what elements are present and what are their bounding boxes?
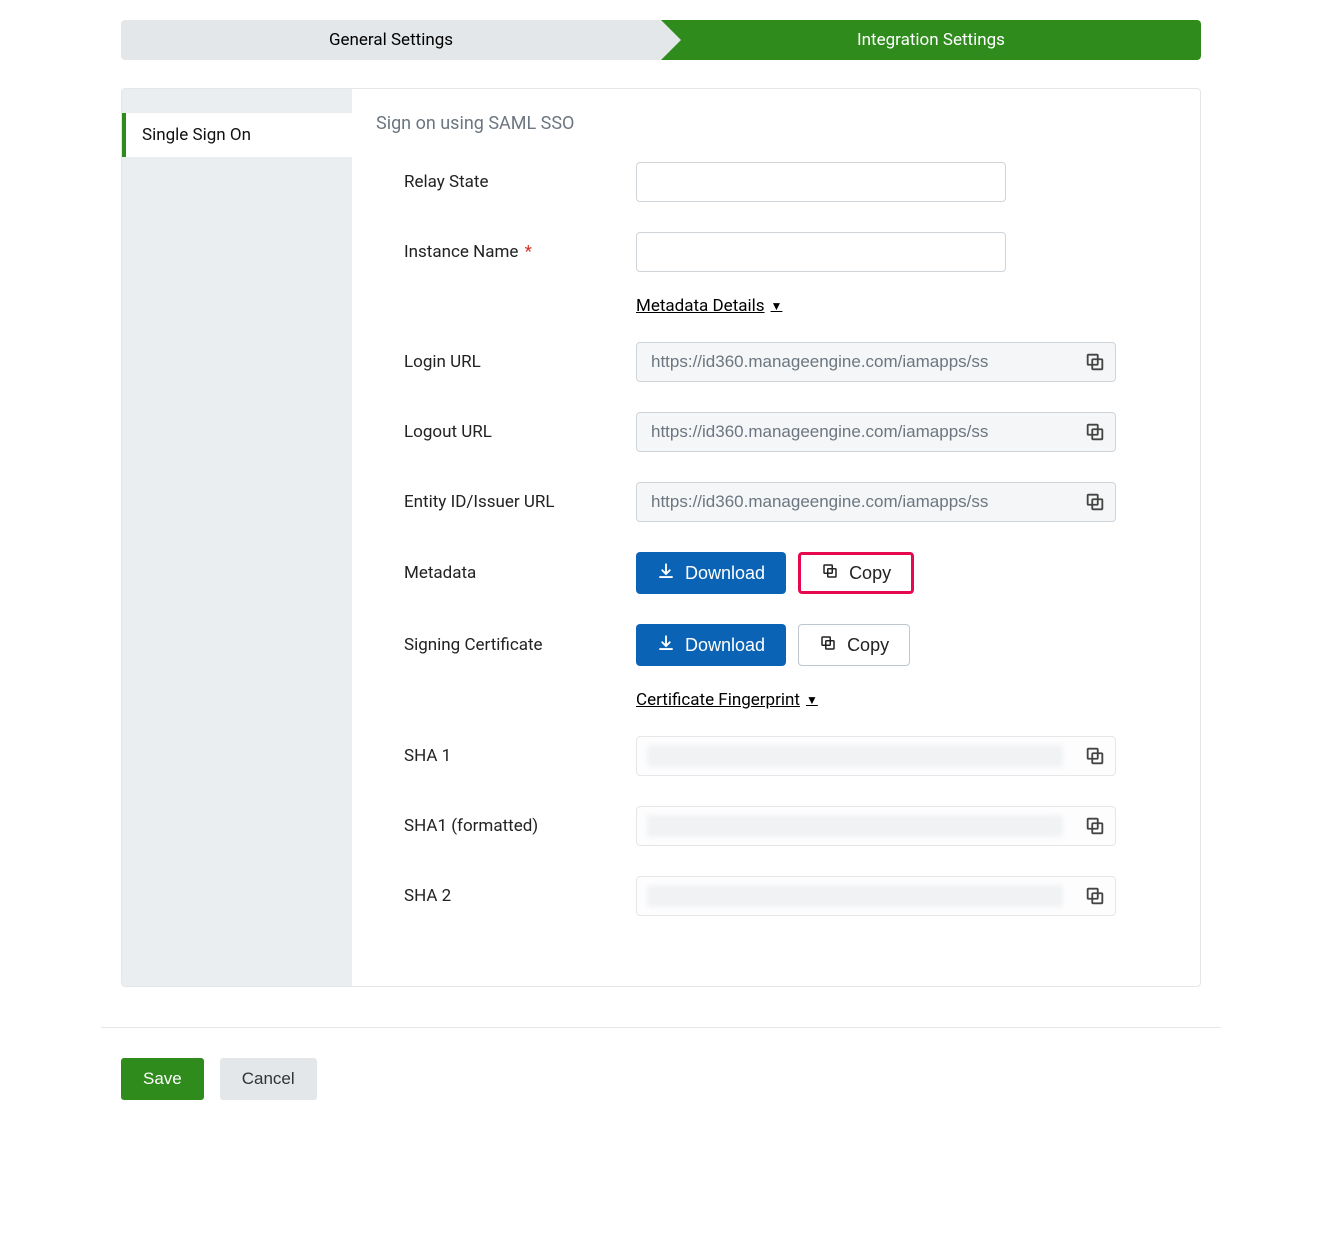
download-icon [657,562,675,585]
save-button[interactable]: Save [121,1058,204,1100]
copy-icon [821,562,839,585]
copy-icon[interactable] [1084,351,1106,373]
required-asterisk: * [525,242,532,262]
sidebar-item-sso[interactable]: Single Sign On [122,113,352,157]
label-logout-url: Logout URL [376,422,636,442]
stepper: General Settings Integration Settings [121,20,1201,60]
label-signing-cert: Signing Certificate [376,635,636,655]
download-icon [657,634,675,657]
metadata-details-section: Metadata Details ▼ [636,296,1176,316]
cert-fingerprint-section: Certificate Fingerprint ▼ [636,690,1176,710]
label-sha1-formatted: SHA1 (formatted) [376,816,636,836]
copy-icon [819,634,837,657]
copy-label: Copy [847,635,889,656]
chevron-down-icon: ▼ [806,693,818,707]
label-relay-state: Relay State [376,172,636,192]
copy-label: Copy [849,563,891,584]
cert-download-button[interactable]: Download [636,624,786,666]
content-subtitle: Sign on using SAML SSO [376,113,1176,134]
row-instance-name: Instance Name * [376,232,1176,272]
sidebar: Single Sign On [122,89,352,986]
entity-url-input[interactable] [636,482,1116,522]
cert-fingerprint-toggle[interactable]: Certificate Fingerprint ▼ [636,690,818,710]
step-general-label: General Settings [329,30,453,50]
row-sha2: SHA 2 [376,876,1176,916]
save-label: Save [143,1069,182,1088]
label-instance-name-text: Instance Name [404,242,518,262]
row-logout-url: Logout URL [376,412,1176,452]
cancel-button[interactable]: Cancel [220,1058,317,1100]
login-url-input[interactable] [636,342,1116,382]
label-sha2: SHA 2 [376,886,636,906]
copy-icon[interactable] [1084,421,1106,443]
sha1-formatted-value [636,806,1116,846]
cert-fingerprint-label: Certificate Fingerprint [636,690,800,710]
copy-icon[interactable] [1084,745,1106,767]
copy-icon[interactable] [1084,491,1106,513]
sha2-value [636,876,1116,916]
download-label: Download [685,563,765,584]
content-area: Sign on using SAML SSO Relay State Insta… [352,89,1200,986]
relay-state-input[interactable] [636,162,1006,202]
label-instance-name: Instance Name * [376,242,636,262]
logout-url-input[interactable] [636,412,1116,452]
copy-icon[interactable] [1084,885,1106,907]
instance-name-input[interactable] [636,232,1006,272]
row-sha1-formatted: SHA1 (formatted) [376,806,1176,846]
row-entity-url: Entity ID/Issuer URL [376,482,1176,522]
label-sha1: SHA 1 [376,746,636,766]
step-general-settings[interactable]: General Settings [121,20,661,60]
row-signing-cert: Signing Certificate Download [376,624,1176,666]
row-metadata: Metadata Download C [376,552,1176,594]
sidebar-item-label: Single Sign On [142,125,251,145]
step-integration-settings[interactable]: Integration Settings [661,20,1201,60]
metadata-details-toggle[interactable]: Metadata Details ▼ [636,296,782,316]
metadata-copy-button[interactable]: Copy [798,552,914,594]
row-relay-state: Relay State [376,162,1176,202]
row-login-url: Login URL [376,342,1176,382]
chevron-down-icon: ▼ [771,299,783,313]
cert-copy-button[interactable]: Copy [798,624,910,666]
copy-icon[interactable] [1084,815,1106,837]
sha1-value [636,736,1116,776]
download-label: Download [685,635,765,656]
label-login-url: Login URL [376,352,636,372]
cancel-label: Cancel [242,1069,295,1088]
footer-actions: Save Cancel [101,1027,1221,1100]
metadata-download-button[interactable]: Download [636,552,786,594]
step-integration-label: Integration Settings [857,30,1005,50]
label-entity-url: Entity ID/Issuer URL [376,492,636,512]
settings-panel: Single Sign On Sign on using SAML SSO Re… [121,88,1201,987]
label-metadata: Metadata [376,563,636,583]
row-sha1: SHA 1 [376,736,1176,776]
metadata-details-label: Metadata Details [636,296,765,316]
